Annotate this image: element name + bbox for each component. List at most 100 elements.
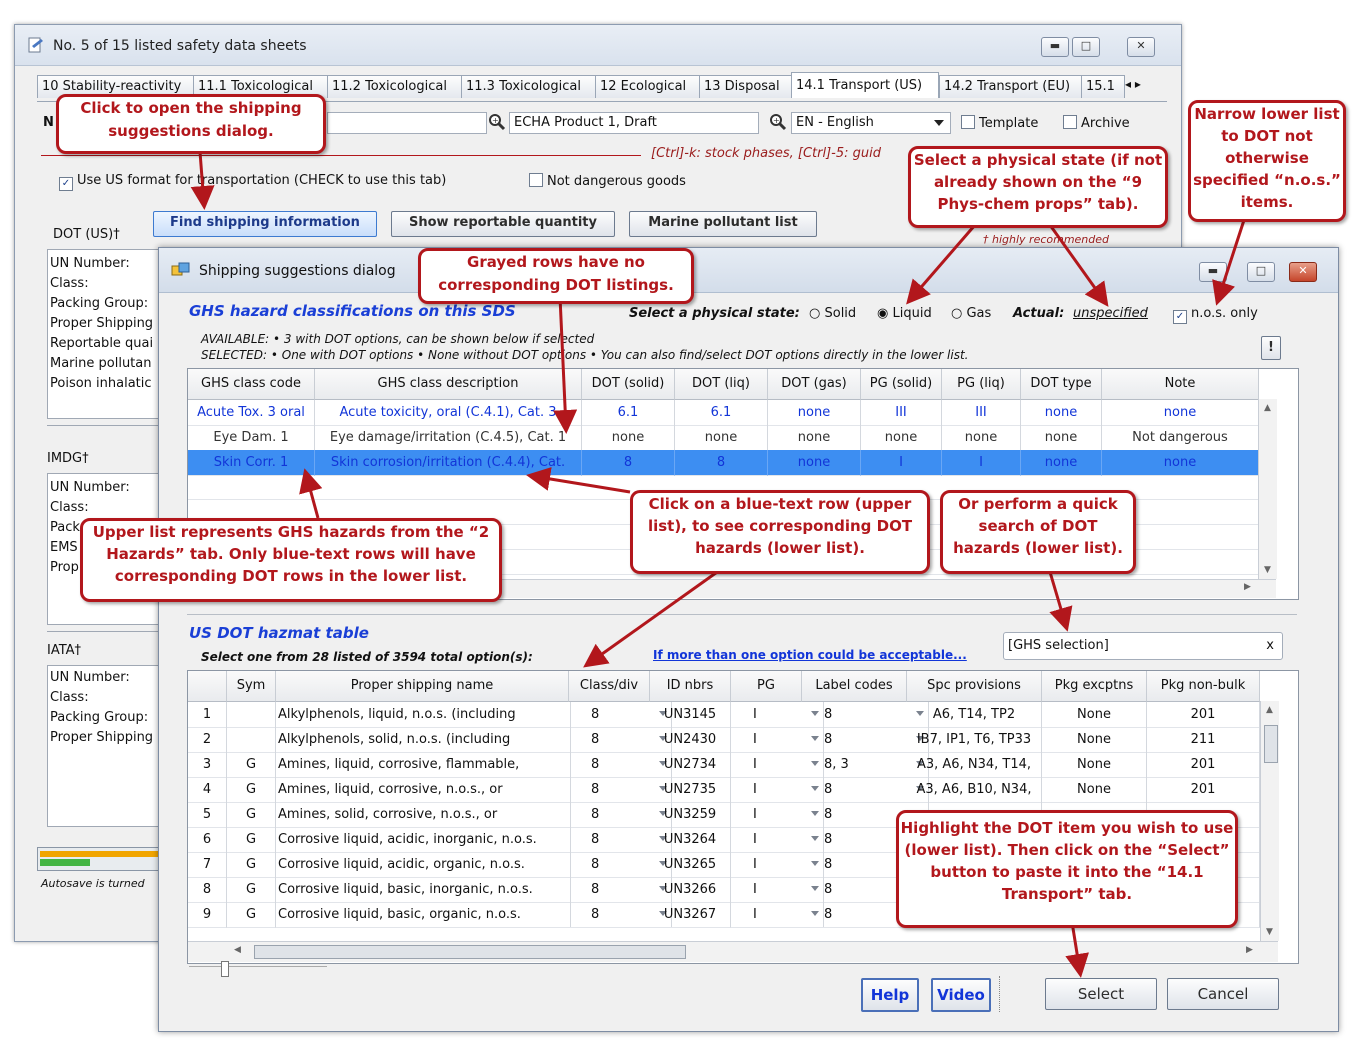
dot-cell-n: 4 <box>188 777 227 803</box>
checkmark-icon[interactable]: ✓ <box>1173 310 1187 324</box>
dot-cell-id: UN3259 <box>650 802 731 828</box>
more-options-link[interactable]: If more than one option could be accepta… <box>653 648 967 662</box>
dot-cell-spc: A3, A6, B10, N34, <box>907 777 1042 803</box>
dot-col-spc[interactable]: Spc provisions <box>907 671 1042 702</box>
video-button[interactable]: Video <box>931 978 991 1012</box>
dot-col-label[interactable]: Label codes <box>802 671 907 702</box>
not-dangerous-checkbox[interactable]: Not dangerous goods <box>529 173 686 189</box>
tab-transport-us[interactable]: 14.1 Transport (US) <box>791 72 939 98</box>
state-radio-solid[interactable]: ○ Solid <box>809 306 856 321</box>
dot-cell-text: A6, T14, TP2 <box>932 707 1016 722</box>
tab-toxicological-3[interactable]: 11.3 Toxicological <box>461 75 597 98</box>
ghs-col-dot-solid[interactable]: DOT (solid) <box>582 369 675 400</box>
dot-col-name[interactable]: Proper shipping name <box>276 671 569 702</box>
dot-row[interactable]: 1 Alkylphenols, liquid, n.o.s. (including… <box>188 702 1260 728</box>
cancel-button[interactable]: Cancel <box>1167 978 1279 1010</box>
dot-cell-text: G <box>245 882 257 897</box>
tab-disposal[interactable]: 13 Disposal <box>699 75 793 98</box>
dot-hscrollbar[interactable]: ◀ ▶ <box>188 941 1278 962</box>
nos-only-checkbox[interactable]: ✓ n.o.s. only <box>1173 306 1258 324</box>
dot-vscrollbar[interactable]: ▲ ▼ <box>1260 701 1279 941</box>
document-icon <box>27 37 45 53</box>
ghs-row[interactable]: Skin Corr. 1 Skin corrosion/irritation (C… <box>188 450 1259 476</box>
ghs-col-dot-gas[interactable]: DOT (gas) <box>768 369 861 400</box>
dot-col-pg[interactable]: PG <box>731 671 802 702</box>
tab-transport-eu[interactable]: 14.2 Transport (EU) <box>939 75 1083 98</box>
maximize-icon[interactable]: □ <box>1072 37 1100 57</box>
ghs-col-desc[interactable]: GHS class description <box>315 369 582 400</box>
dot-search-input[interactable]: [GHS selection] x <box>1003 632 1283 660</box>
product-search-field[interactable]: ECHA Product 1, Draft <box>509 112 759 134</box>
language-select[interactable]: EN - English <box>791 112 951 134</box>
template-checkbox[interactable]: Template <box>961 115 1038 131</box>
dialog-icon <box>171 262 191 282</box>
info-button[interactable]: ! <box>1261 336 1281 360</box>
archive-check-icon[interactable] <box>1063 115 1077 129</box>
ghs-row[interactable]: Acute Tox. 3 oral Acute toxicity, oral (C… <box>188 400 1259 426</box>
dot-cell-text: UN3267 <box>663 907 717 922</box>
minimize-icon[interactable]: ▬ <box>1041 37 1069 57</box>
tab-toxicological-2[interactable]: 11.2 Toxicological <box>327 75 463 98</box>
dot-cell-text: Corrosive liquid, basic, organic, n.o.s. <box>278 907 521 922</box>
scroll-arrow-icon[interactable]: ▼ <box>1264 565 1271 575</box>
state-radio-gas[interactable]: ○ Gas <box>951 306 991 321</box>
template-check-icon[interactable] <box>961 115 975 129</box>
search-icon[interactable]: + <box>769 113 787 135</box>
ghs-col-pg-liq[interactable]: PG (liq) <box>942 369 1021 400</box>
ghs-cell-note: none <box>1102 400 1259 426</box>
use-us-format-checkbox[interactable]: ✓ Use US format for transportation (CHECK… <box>59 173 446 191</box>
scroll-arrow-icon[interactable]: ▶ <box>1244 582 1251 592</box>
help-button[interactable]: Help <box>861 978 919 1012</box>
ghs-col-dot-liq[interactable]: DOT (liq) <box>675 369 768 400</box>
ghs-vscrollbar[interactable]: ▲ ▼ <box>1258 399 1277 579</box>
dot-row[interactable]: 2 Alkylphenols, solid, n.o.s. (including 8… <box>188 727 1260 753</box>
dot-cell-text: Amines, liquid, corrosive, flammable, <box>278 757 520 772</box>
dot-col-class[interactable]: Class/div <box>569 671 650 702</box>
dot-col-num[interactable] <box>188 671 227 702</box>
scroll-thumb[interactable] <box>1264 725 1278 763</box>
find-shipping-button[interactable]: Find shipping information <box>153 211 377 237</box>
ghs-cell-dot-type: none <box>1021 450 1102 476</box>
dot-col-id[interactable]: ID nbrs <box>650 671 731 702</box>
scroll-arrow-icon[interactable]: ◀ <box>234 945 241 955</box>
tab-15-1[interactable]: 15.1 <box>1081 75 1125 98</box>
tab-ecological[interactable]: 12 Ecological <box>595 75 701 98</box>
dot-col-nonbulk[interactable]: Pkg non-bulk <box>1147 671 1260 702</box>
search-icon[interactable]: + <box>488 113 506 135</box>
dot-row[interactable]: 3 G Amines, liquid, corrosive, flammable, 8… <box>188 752 1260 778</box>
not-dangerous-check-icon[interactable] <box>529 173 543 187</box>
ghs-col-code[interactable]: GHS class code <box>188 369 315 400</box>
clear-icon[interactable]: x <box>1266 633 1274 659</box>
scroll-arrow-icon[interactable]: ▲ <box>1266 705 1273 715</box>
minimize-icon[interactable]: ▬ <box>1199 262 1227 282</box>
maximize-icon[interactable]: □ <box>1247 262 1275 282</box>
ghs-col-note[interactable]: Note <box>1102 369 1259 400</box>
dot-col-exc[interactable]: Pkg excptns <box>1042 671 1147 702</box>
ghs-col-dot-type[interactable]: DOT type <box>1021 369 1102 400</box>
name-field[interactable] <box>327 112 487 134</box>
divider <box>41 155 641 156</box>
dialog-titlebar: Shipping suggestions dialog ▬ □ ✕ <box>159 248 1338 293</box>
checkmark-icon[interactable]: ✓ <box>59 177 73 191</box>
state-radio-liquid[interactable]: ◉ Liquid <box>877 306 932 321</box>
close-icon[interactable]: ✕ <box>1289 262 1317 282</box>
show-reportable-button[interactable]: Show reportable quantity <box>391 211 615 237</box>
close-icon[interactable]: ✕ <box>1127 37 1155 57</box>
slider-track[interactable] <box>189 961 327 977</box>
marine-pollutant-button[interactable]: Marine pollutant list <box>629 211 817 237</box>
slider-thumb[interactable] <box>221 961 229 977</box>
dot-col-sym[interactable]: Sym <box>227 671 276 702</box>
ghs-cell-dot-solid: 6.1 <box>582 400 675 426</box>
tab-scroll-icon[interactable]: ◂ ▸ <box>1125 77 1141 91</box>
select-button[interactable]: Select <box>1045 978 1157 1010</box>
scroll-arrow-icon[interactable]: ▼ <box>1266 927 1273 937</box>
scroll-arrow-icon[interactable]: ▲ <box>1264 403 1271 413</box>
archive-checkbox[interactable]: Archive <box>1063 115 1130 131</box>
dot-row[interactable]: 4 G Amines, liquid, corrosive, n.o.s., or 8… <box>188 777 1260 803</box>
scroll-thumb[interactable] <box>254 945 686 959</box>
dot-cell-spc: A3, A6, N34, T14, <box>907 752 1042 778</box>
scroll-arrow-icon[interactable]: ▶ <box>1246 945 1253 955</box>
ghs-cell-pg-liq: none <box>942 425 1021 451</box>
ghs-col-pg-solid[interactable]: PG (solid) <box>861 369 942 400</box>
ghs-row[interactable]: Eye Dam. 1 Eye damage/irritation (C.4.5),… <box>188 425 1259 451</box>
